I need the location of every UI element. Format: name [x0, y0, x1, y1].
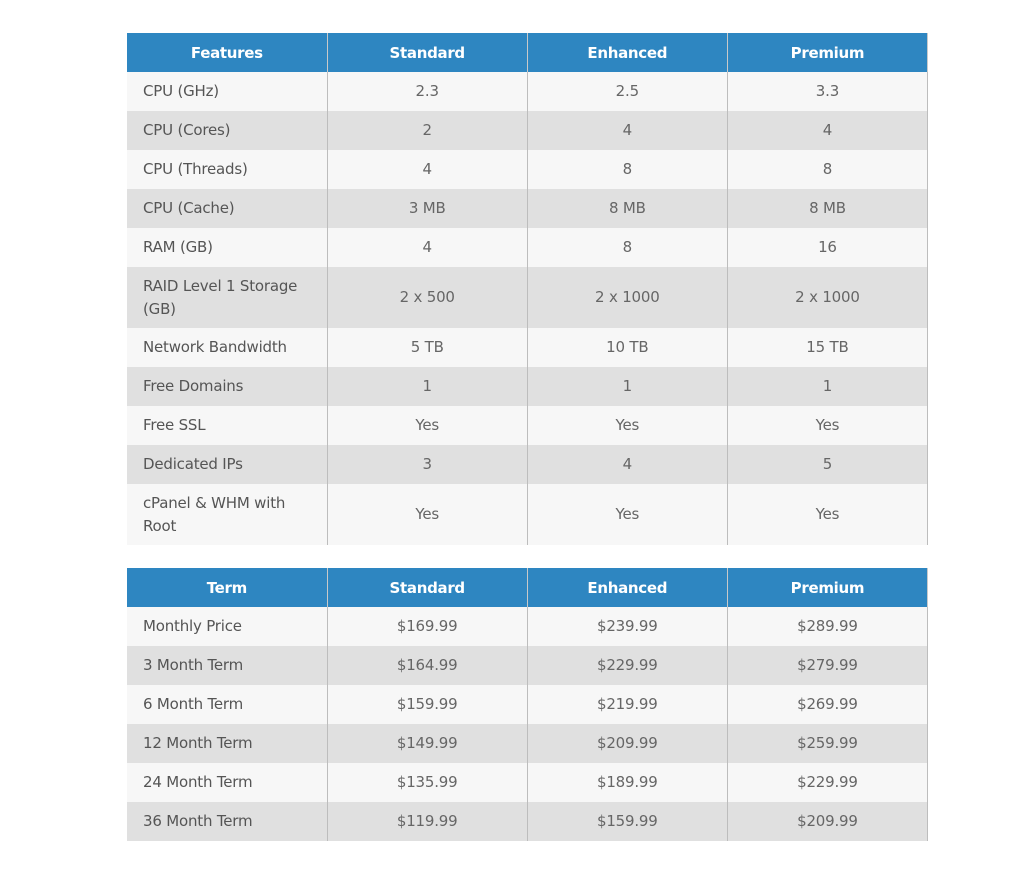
header-term: Term	[127, 568, 328, 607]
cell-standard: 2.3	[326, 72, 528, 111]
header-standard: Standard	[326, 568, 528, 607]
table-row: 6 Month Term $159.99 $219.99 $269.99	[127, 685, 929, 724]
cell-standard: 5 TB	[326, 328, 528, 367]
table-row: CPU (Cache) 3 MB 8 MB 8 MB	[127, 189, 929, 228]
price-standard: $164.99	[326, 646, 528, 685]
table-row: Network Bandwidth 5 TB 10 TB 15 TB	[127, 328, 929, 367]
table-row: Free SSL Yes Yes Yes	[127, 406, 929, 445]
price-standard: $159.99	[326, 685, 528, 724]
row-label: 36 Month Term	[127, 802, 328, 841]
row-label: CPU (GHz)	[127, 72, 328, 111]
table-row: Free Domains 1 1 1	[127, 367, 929, 406]
cell-standard: 3	[326, 445, 528, 484]
table-row: Monthly Price $169.99 $239.99 $289.99	[127, 607, 929, 646]
price-premium: $289.99	[726, 607, 929, 646]
cell-standard: 1	[326, 367, 528, 406]
cell-premium: Yes	[726, 406, 929, 445]
row-label: RAM (GB)	[127, 228, 328, 267]
price-premium: $209.99	[726, 802, 929, 841]
header-premium: Premium	[726, 568, 929, 607]
features-table: Features Standard Enhanced Premium CPU (…	[127, 33, 929, 545]
price-standard: $169.99	[326, 607, 528, 646]
cell-standard: Yes	[326, 484, 528, 545]
cell-premium: 3.3	[726, 72, 929, 111]
header-features: Features	[127, 33, 328, 72]
cell-enhanced: 2 x 1000	[526, 267, 728, 328]
row-label: 6 Month Term	[127, 685, 328, 724]
cell-enhanced: 4	[526, 111, 728, 150]
price-enhanced: $219.99	[526, 685, 728, 724]
table-row: 36 Month Term $119.99 $159.99 $209.99	[127, 802, 929, 841]
price-enhanced: $159.99	[526, 802, 728, 841]
cell-premium: Yes	[726, 484, 929, 545]
row-label: CPU (Cores)	[127, 111, 328, 150]
row-label: Free Domains	[127, 367, 328, 406]
price-enhanced: $239.99	[526, 607, 728, 646]
cell-premium: 1	[726, 367, 929, 406]
cell-enhanced: Yes	[526, 406, 728, 445]
cell-enhanced: 8	[526, 150, 728, 189]
header-enhanced: Enhanced	[526, 568, 728, 607]
pricing-header-row: Term Standard Enhanced Premium	[127, 568, 929, 607]
cell-enhanced: Yes	[526, 484, 728, 545]
cell-premium: 15 TB	[726, 328, 929, 367]
header-standard: Standard	[326, 33, 528, 72]
cell-premium: 16	[726, 228, 929, 267]
cell-enhanced: 8	[526, 228, 728, 267]
row-label: Network Bandwidth	[127, 328, 328, 367]
cell-standard: Yes	[326, 406, 528, 445]
row-label: 12 Month Term	[127, 724, 328, 763]
price-premium: $259.99	[726, 724, 929, 763]
cell-premium: 8	[726, 150, 929, 189]
row-label: Free SSL	[127, 406, 328, 445]
cell-standard: 2 x 500	[326, 267, 528, 328]
table-row: 24 Month Term $135.99 $189.99 $229.99	[127, 763, 929, 802]
cell-enhanced: 10 TB	[526, 328, 728, 367]
table-row: CPU (Cores) 2 4 4	[127, 111, 929, 150]
cell-standard: 3 MB	[326, 189, 528, 228]
cell-standard: 4	[326, 150, 528, 189]
cell-premium: 8 MB	[726, 189, 929, 228]
price-standard: $149.99	[326, 724, 528, 763]
table-row: Dedicated IPs 3 4 5	[127, 445, 929, 484]
table-row: RAID Level 1 Storage (GB) 2 x 500 2 x 10…	[127, 267, 929, 328]
price-premium: $229.99	[726, 763, 929, 802]
row-label: 24 Month Term	[127, 763, 328, 802]
cell-enhanced: 1	[526, 367, 728, 406]
table-row: CPU (Threads) 4 8 8	[127, 150, 929, 189]
table-row: RAM (GB) 4 8 16	[127, 228, 929, 267]
price-enhanced: $209.99	[526, 724, 728, 763]
price-standard: $119.99	[326, 802, 528, 841]
row-label: 3 Month Term	[127, 646, 328, 685]
cell-standard: 4	[326, 228, 528, 267]
price-enhanced: $189.99	[526, 763, 728, 802]
cell-enhanced: 2.5	[526, 72, 728, 111]
cell-enhanced: 8 MB	[526, 189, 728, 228]
table-row: CPU (GHz) 2.3 2.5 3.3	[127, 72, 929, 111]
price-standard: $135.99	[326, 763, 528, 802]
price-premium: $269.99	[726, 685, 929, 724]
row-label: Monthly Price	[127, 607, 328, 646]
cell-premium: 2 x 1000	[726, 267, 929, 328]
table-row: 3 Month Term $164.99 $229.99 $279.99	[127, 646, 929, 685]
row-label: CPU (Threads)	[127, 150, 328, 189]
row-label: Dedicated IPs	[127, 445, 328, 484]
pricing-table: Term Standard Enhanced Premium Monthly P…	[127, 568, 929, 841]
header-enhanced: Enhanced	[526, 33, 728, 72]
row-label: cPanel & WHM with Root	[127, 484, 328, 545]
cell-enhanced: 4	[526, 445, 728, 484]
cell-standard: 2	[326, 111, 528, 150]
price-enhanced: $229.99	[526, 646, 728, 685]
table-row: cPanel & WHM with Root Yes Yes Yes	[127, 484, 929, 545]
header-premium: Premium	[726, 33, 929, 72]
features-header-row: Features Standard Enhanced Premium	[127, 33, 929, 72]
price-premium: $279.99	[726, 646, 929, 685]
row-label: RAID Level 1 Storage (GB)	[127, 267, 328, 328]
row-label: CPU (Cache)	[127, 189, 328, 228]
cell-premium: 5	[726, 445, 929, 484]
cell-premium: 4	[726, 111, 929, 150]
table-row: 12 Month Term $149.99 $209.99 $259.99	[127, 724, 929, 763]
